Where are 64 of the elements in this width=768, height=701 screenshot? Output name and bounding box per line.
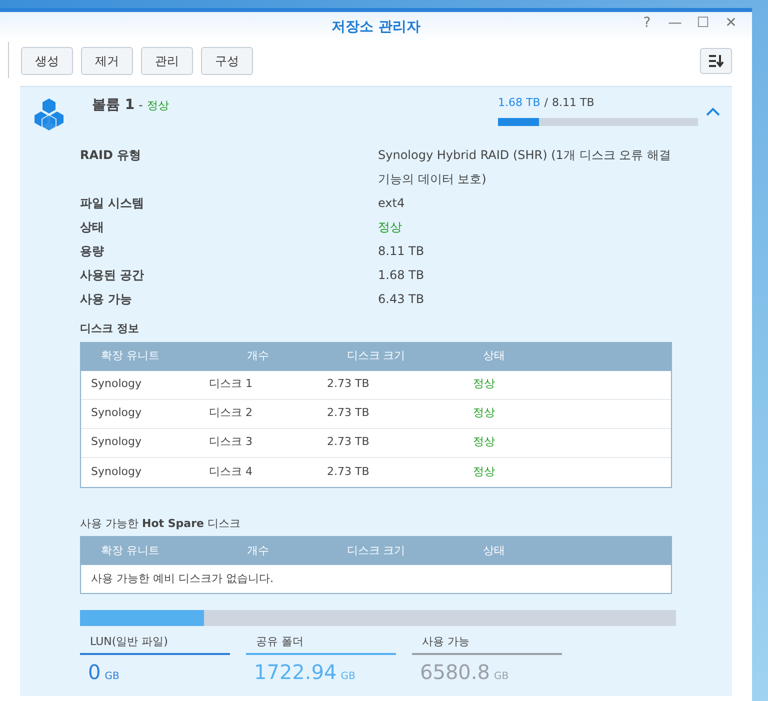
detail-label: 사용 가능 [80,291,134,308]
volume-name: 볼륨 1 [92,96,135,115]
toolbar-button[interactable]: 관리 [141,47,193,75]
table-cell-text: 디스크 4 [208,464,254,480]
legend-label: 공유 폴더 [246,634,396,654]
legend-label: 사용 가능 [412,634,562,654]
table-cell-text: 2.73 TB [326,464,370,480]
detail-value: 8.11 TB [378,243,426,260]
column-header: 상태 [482,542,506,559]
sort-button[interactable] [700,48,732,74]
detail-value: ext4 [378,195,406,212]
column-header: 디스크 크기 [346,542,406,559]
detail-label: 사용된 공간 [80,267,146,284]
table-cell-text: 디스크 3 [208,434,254,450]
column-header: 확장 유니트 [100,542,160,559]
usage-value: 0 [88,658,101,686]
detail-value: Synology Hybrid RAID (SHR) (1개 디스크 오류 해결 기능의 데이터 보호) [378,147,672,188]
empty-message: 사용 가능한 예비 디스크가 없습니다. [90,570,274,587]
detail-value: 1.68 TB [378,267,426,284]
toolbar-button[interactable]: 구성 [201,47,253,75]
detail-value: 6.43 TB [378,291,426,308]
table-cell-text: 2.73 TB [326,434,370,450]
toolbar-button[interactable]: 제거 [81,47,133,75]
table-cell-text: 디스크 2 [208,405,254,422]
table-cell-text: Synology [90,464,142,480]
table-cell-text: 2.73 TB [326,405,370,422]
table-cell-text: Synology [90,405,142,422]
table-cell-text: Synology [90,434,142,450]
cubes-icon [32,97,66,131]
column-header: 개수 [246,348,270,364]
chevron-up-icon [706,107,720,116]
used-size: 1.68 TB [498,95,540,111]
section-title: 디스크 정보 [80,321,140,337]
window-title: 저장소 관리자 [332,18,420,36]
table-cell-text: 디스크 1 [208,376,254,392]
sort-icon [708,54,724,68]
collapse-button[interactable] [706,107,720,116]
table-cell-text: 2.73 TB [326,376,370,392]
unit-text: GB [494,670,509,684]
column-header: 상태 [482,348,506,364]
separator-text: / [544,95,548,111]
detail-value: 정상 [378,219,403,236]
table-cell-text: 정상 [472,434,496,450]
total-size: 8.11 TB [552,95,594,111]
toolbar-button[interactable]: 생성 [21,47,73,75]
column-header: 디스크 크기 [346,348,406,364]
status-text: 정상 [146,98,169,114]
column-header: 개수 [246,542,270,559]
table-cell-text: 정상 [472,405,496,422]
table-cell-text: Synology [90,376,142,392]
detail-label: RAID 유형 [80,147,142,164]
detail-label: 파일 시스템 [80,195,146,212]
detail-label: 용량 [80,243,105,260]
section-title: 사용 가능한 Hot Spare 디스크 [80,516,242,532]
unit-text: GB [340,670,356,684]
detail-label: 상태 [80,219,105,236]
legend-label: LUN(일반 파일) [80,634,230,654]
unit-text: GB [104,670,120,684]
column-header: 확장 유니트 [100,348,160,364]
separator-text: - [138,97,143,114]
table-cell-text: 정상 [472,376,496,392]
usage-value: 1722.94 [254,658,337,686]
table-cell-text: 정상 [472,464,496,480]
usage-value: 6580.8 [420,658,490,686]
